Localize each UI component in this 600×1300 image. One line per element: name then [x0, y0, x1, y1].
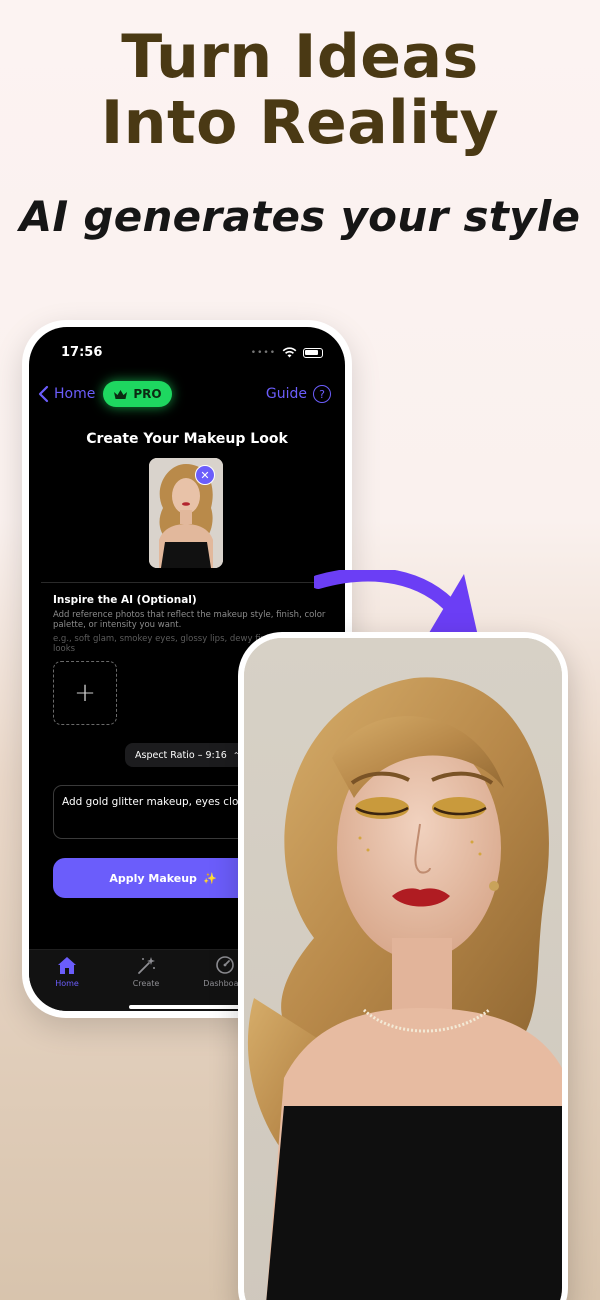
back-button[interactable]: Home	[37, 385, 95, 403]
inspire-description: Add reference photos that reflect the ma…	[53, 610, 326, 630]
remove-photo-button[interactable]: ✕	[195, 465, 215, 485]
result-phone-mockup	[238, 632, 568, 1300]
aspect-ratio-label: Aspect Ratio – 9:16	[135, 749, 227, 761]
headline-line-2: Into Reality	[100, 88, 500, 158]
divider	[41, 582, 345, 583]
status-time: 17:56	[61, 345, 103, 360]
help-icon: ?	[313, 385, 331, 403]
wifi-icon	[282, 347, 297, 358]
pro-label: PRO	[133, 387, 162, 401]
headline-line-1: Turn Ideas	[121, 22, 479, 92]
chevron-left-icon	[38, 385, 49, 403]
headline: Turn Ideas Into Reality	[0, 24, 600, 156]
battery-icon	[303, 347, 323, 358]
crown-icon	[114, 389, 128, 399]
aspect-ratio-selector[interactable]: Aspect Ratio – 9:16 ⌃⌄	[125, 743, 255, 767]
magic-wand-icon	[138, 957, 155, 974]
gauge-icon	[216, 956, 234, 974]
tab-create[interactable]: Create	[116, 954, 176, 988]
inspire-title: Inspire the AI (Optional)	[53, 594, 197, 606]
result-image	[244, 638, 562, 1300]
apply-label: Apply Makeup	[109, 871, 197, 885]
add-reference-button[interactable]: +	[53, 661, 117, 725]
sparkles-icon: ✨	[202, 871, 217, 885]
status-icons: ••••	[251, 347, 323, 358]
house-icon	[58, 957, 76, 974]
result-portrait	[244, 638, 562, 1300]
tab-create-label: Create	[132, 979, 160, 988]
nav-bar: Home PRO Guide ?	[37, 377, 331, 411]
tab-home-label: Home	[55, 979, 79, 988]
back-label: Home	[54, 386, 96, 402]
tab-home[interactable]: Home	[37, 954, 97, 988]
screen-title: Create Your Makeup Look	[86, 431, 288, 447]
signal-icon: ••••	[250, 347, 276, 358]
subheadline: AI generates your style	[19, 192, 581, 241]
pro-badge[interactable]: PRO	[103, 381, 172, 407]
guide-button[interactable]: Guide ?	[266, 385, 331, 403]
guide-label: Guide	[265, 386, 307, 402]
